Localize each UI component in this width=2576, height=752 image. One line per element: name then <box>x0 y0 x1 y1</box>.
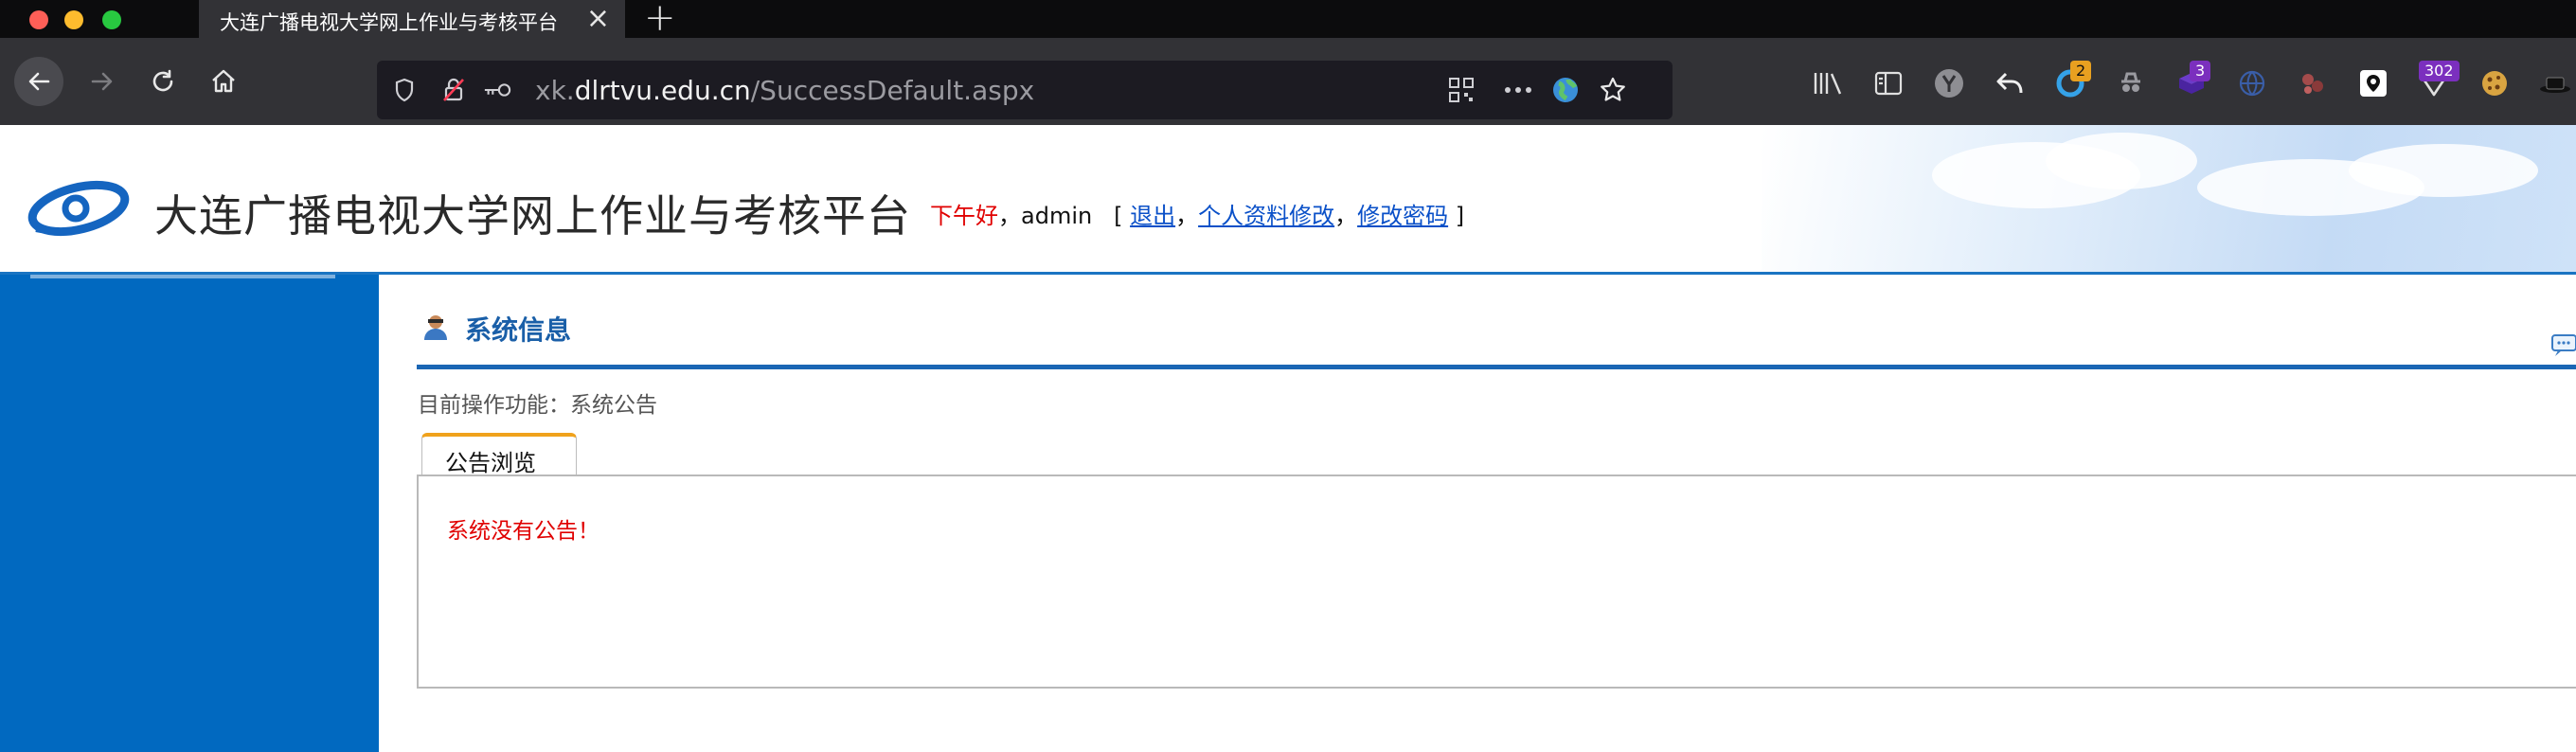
site-logo <box>27 172 131 252</box>
extension-badge: 2 <box>2070 61 2092 81</box>
extension-badge: 3 <box>2190 61 2211 81</box>
y-extension-icon[interactable] <box>1932 66 1966 100</box>
shield-icon[interactable] <box>390 76 419 104</box>
separator-text: ， <box>1175 203 1199 229</box>
globe-extension-icon[interactable] <box>2235 66 2269 100</box>
section-title: 系统信息 <box>465 314 572 346</box>
web-page: 大连广播电视大学网上作业与考核平台 下午好，admin [ 退出，个人资料修改，… <box>0 125 2576 752</box>
globe-color-icon[interactable] <box>1551 76 1580 104</box>
bookmark-star-icon[interactable] <box>1599 76 1627 104</box>
tab-close-icon[interactable]: × <box>586 2 610 35</box>
spy-extension-icon[interactable] <box>2114 66 2148 100</box>
sidebar-menu-divider <box>30 275 335 278</box>
reload-button[interactable] <box>138 57 188 106</box>
undo-extension-icon[interactable] <box>1993 66 2027 100</box>
extension-badge: 302 <box>2419 61 2460 81</box>
empty-announcement-message: 系统没有公告！ <box>447 519 599 544</box>
bracket-open: [ <box>1114 203 1123 229</box>
greeting-text: 下午好 <box>930 203 998 229</box>
browser-tab-bar: 大连广播电视大学网上作业与考核平台 × + <box>0 0 2576 40</box>
back-arrow-icon <box>28 72 50 91</box>
profile-edit-link[interactable]: 个人资料修改 <box>1198 203 1334 229</box>
header-sky-banner <box>1762 125 2576 275</box>
cookie-extension-icon[interactable] <box>2478 66 2512 100</box>
username-text: admin <box>1021 203 1093 229</box>
window-minimize-button[interactable] <box>64 10 83 29</box>
separator-text: ， <box>1334 203 1358 229</box>
browser-toolbar: xk.dlrtvu.edu.cn/SuccessDefault.aspx 2 3 <box>0 38 2576 125</box>
window-maximize-button[interactable] <box>102 10 121 29</box>
message-icon[interactable] <box>2550 331 2576 358</box>
home-icon <box>212 69 235 93</box>
comma-text: ， <box>998 203 1021 229</box>
sidebar-icon[interactable] <box>1871 66 1905 100</box>
logout-link[interactable]: 退出 <box>1130 203 1175 229</box>
change-password-link[interactable]: 修改密码 <box>1357 203 1448 229</box>
new-tab-button[interactable]: + <box>644 0 676 40</box>
user-info-icon <box>420 312 452 344</box>
forward-arrow-icon <box>91 72 113 91</box>
tab-label: 公告浏览 <box>445 450 536 476</box>
site-title: 大连广播电视大学网上作业与考核平台 <box>154 190 911 242</box>
home-button[interactable] <box>199 57 248 106</box>
section-divider <box>417 365 2576 369</box>
qr-code-icon[interactable] <box>1447 76 1476 104</box>
dots-extension-icon[interactable] <box>2296 66 2330 100</box>
site-header: 大连广播电视大学网上作业与考核平台 下午好，admin [ 退出，个人资料修改，… <box>0 125 2576 275</box>
tab-panel-content: 系统没有公告！ <box>417 474 2576 689</box>
tab-announcement-browse[interactable]: 公告浏览 <box>421 433 577 476</box>
browser-tab-active[interactable]: 大连广播电视大学网上作业与考核平台 × <box>199 0 625 38</box>
reload-icon <box>152 69 173 92</box>
pin-extension-icon[interactable] <box>2356 66 2390 100</box>
window-close-button[interactable] <box>29 10 48 29</box>
insecure-lock-icon[interactable] <box>439 76 468 104</box>
address-bar[interactable]: xk.dlrtvu.edu.cn/SuccessDefault.aspx <box>377 61 1673 119</box>
bracket-close: ] <box>1455 203 1465 229</box>
key-icon[interactable] <box>483 76 511 104</box>
breadcrumb-label: 目前操作功能： <box>418 393 570 418</box>
breadcrumb: 目前操作功能：系统公告 <box>418 386 657 419</box>
url-text[interactable]: xk.dlrtvu.edu.cn/SuccessDefault.aspx <box>535 75 1034 106</box>
left-sidebar <box>0 275 379 752</box>
header-divider <box>0 272 2576 275</box>
breadcrumb-value: 系统公告 <box>570 393 657 418</box>
more-actions-icon[interactable] <box>1504 76 1532 104</box>
hat-extension-icon[interactable] <box>2538 66 2572 100</box>
user-bar: 下午好，admin [ 退出，个人资料修改，修改密码 ] <box>930 197 1464 230</box>
library-icon[interactable] <box>1811 66 1845 100</box>
tab-title: 大连广播电视大学网上作业与考核平台 <box>220 11 558 34</box>
forward-button[interactable] <box>78 57 127 106</box>
back-button[interactable] <box>14 57 63 106</box>
